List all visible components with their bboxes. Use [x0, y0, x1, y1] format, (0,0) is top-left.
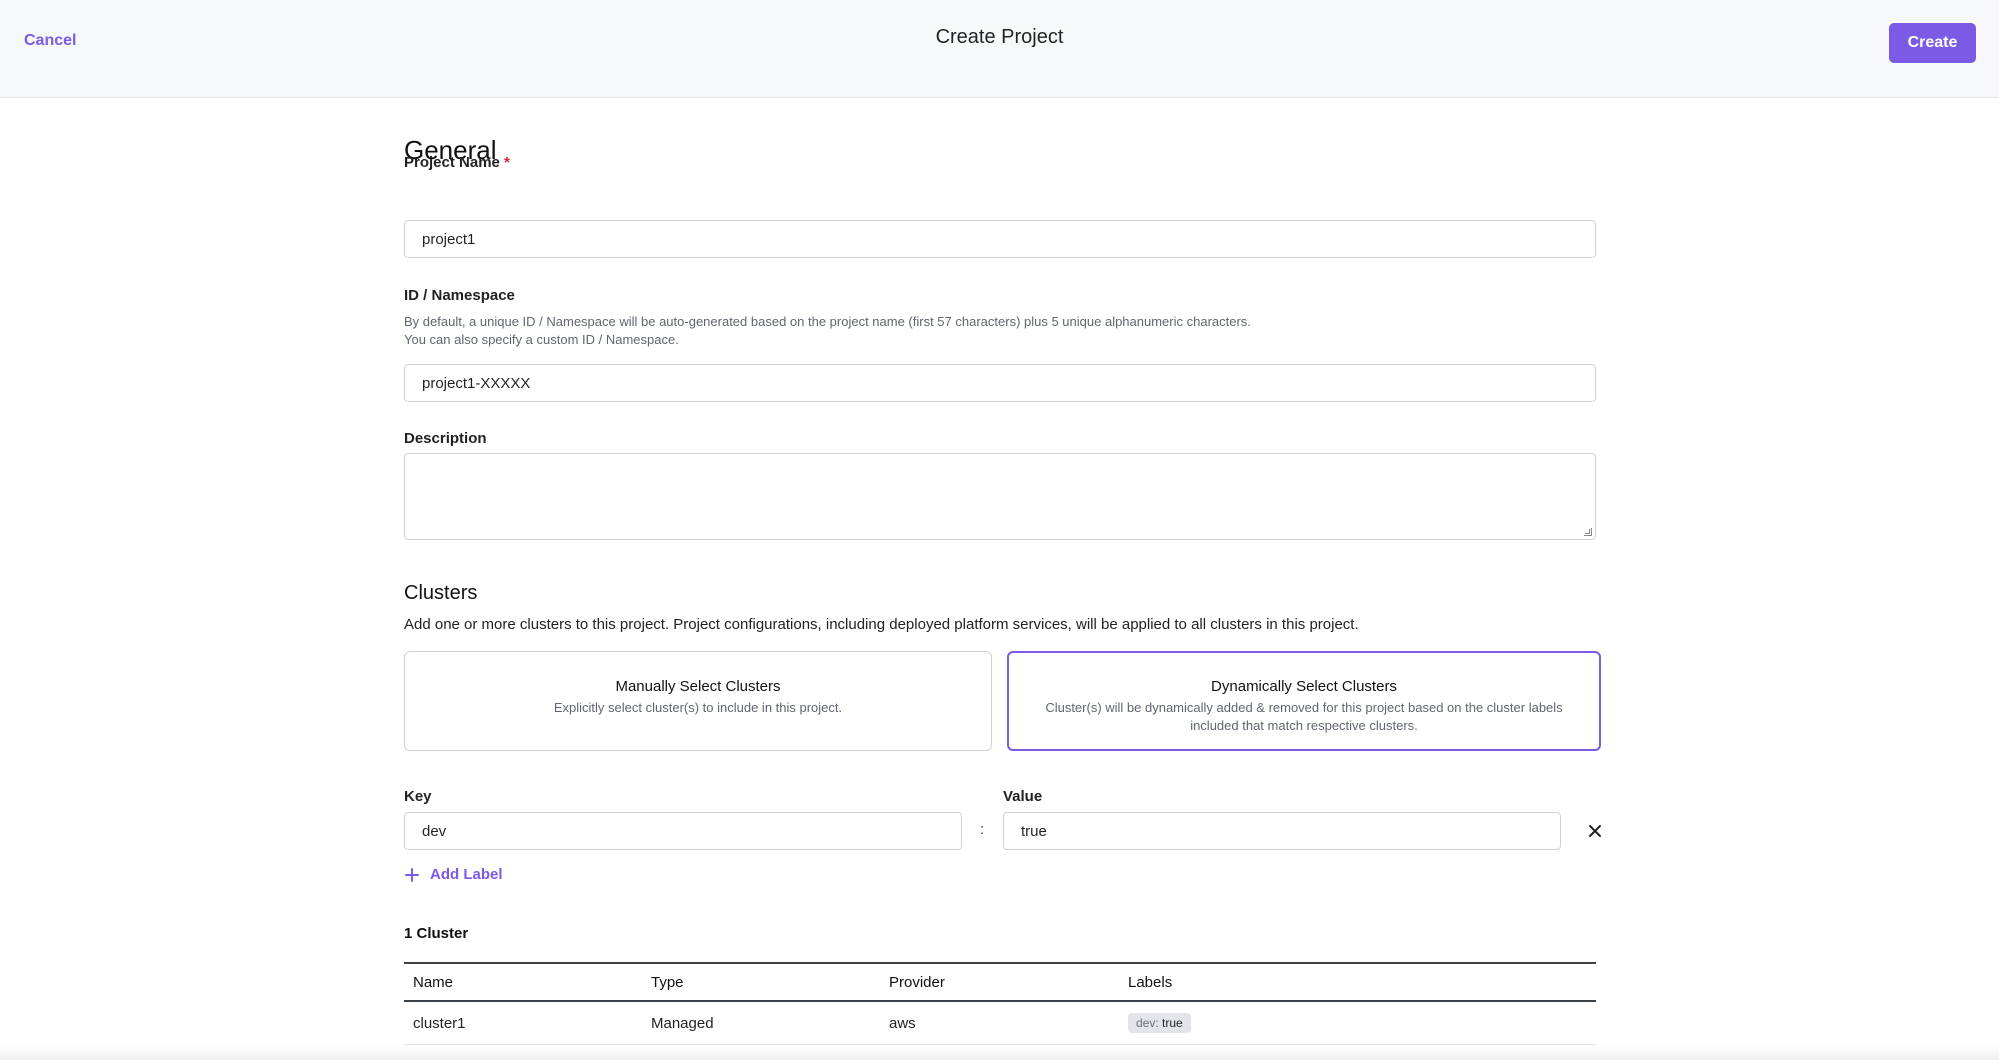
key-value-separator: :: [980, 821, 985, 838]
namespace-value: project1-XXXXX: [422, 374, 531, 392]
description-textarea[interactable]: [404, 453, 1596, 540]
key-label: Key: [404, 788, 432, 805]
add-label-button[interactable]: Add Label: [404, 866, 503, 883]
label-key-value: dev: [422, 822, 447, 840]
value-label: Value: [1003, 788, 1043, 805]
label-value-value: true: [1021, 822, 1047, 840]
namespace-help-line1: By default, a unique ID / Namespace will…: [404, 314, 1251, 329]
cluster-count: 1 Cluster: [404, 925, 469, 942]
label-value-input[interactable]: true: [1003, 812, 1561, 850]
clusters-table: Name Type Provider Labels cluster1 Manag…: [404, 962, 1596, 1045]
label-chip-value: true: [1162, 1016, 1183, 1030]
cluster-name-cell: cluster1: [413, 1014, 466, 1032]
project-name-label: Project Name *: [404, 154, 510, 171]
clusters-heading: Clusters: [404, 582, 478, 604]
option-subtitle: Cluster(s) will be dynamically added & r…: [1045, 700, 1563, 733]
top-bar: Cancel Create Project Create: [0, 0, 1999, 98]
option-title: Dynamically Select Clusters: [1211, 678, 1397, 695]
create-button[interactable]: Create: [1889, 23, 1976, 63]
namespace-label: ID / Namespace: [404, 287, 515, 304]
column-header-provider: Provider: [889, 973, 945, 991]
namespace-help-line2: You can also specify a custom ID / Names…: [404, 332, 679, 347]
option-title: Manually Select Clusters: [615, 678, 781, 695]
description-label: Description: [404, 430, 487, 447]
page-title: Create Project: [935, 26, 1064, 48]
required-mark: *: [504, 154, 510, 171]
project-name-value: project1: [422, 230, 476, 248]
project-name-input[interactable]: project1: [404, 220, 1596, 258]
dynamic-select-option[interactable]: Dynamically Select Clusters Cluster(s) w…: [1007, 651, 1601, 751]
plus-icon: [405, 867, 419, 882]
namespace-input[interactable]: project1-XXXXX: [404, 364, 1596, 402]
cluster-labels-cell: dev: true: [1119, 1013, 1596, 1033]
column-header-type: Type: [651, 973, 684, 991]
table-row: cluster1 Managed aws dev: true: [404, 1002, 1596, 1045]
close-icon[interactable]: [1581, 817, 1609, 845]
column-header-name: Name: [413, 973, 454, 991]
project-name-label-text: Project Name: [404, 154, 500, 171]
clusters-description: Add one or more clusters to this project…: [404, 616, 1359, 633]
resize-handle-icon[interactable]: [1584, 528, 1592, 536]
manual-select-option[interactable]: Manually Select Clusters Explicitly sele…: [404, 651, 992, 751]
label-key-input[interactable]: dev: [404, 812, 962, 850]
label-chip: dev: true: [1128, 1013, 1191, 1033]
scroll-shadow: [0, 1045, 1999, 1060]
label-chip-key: dev:: [1136, 1016, 1159, 1030]
table-header-row: Name Type Provider Labels: [404, 964, 1596, 1002]
cluster-provider-cell: aws: [889, 1014, 916, 1032]
cluster-type-cell: Managed: [651, 1014, 714, 1032]
column-header-labels: Labels: [1128, 973, 1173, 991]
add-label-text: Add Label: [430, 866, 503, 883]
option-subtitle: Explicitly select cluster(s) to include …: [553, 700, 843, 715]
